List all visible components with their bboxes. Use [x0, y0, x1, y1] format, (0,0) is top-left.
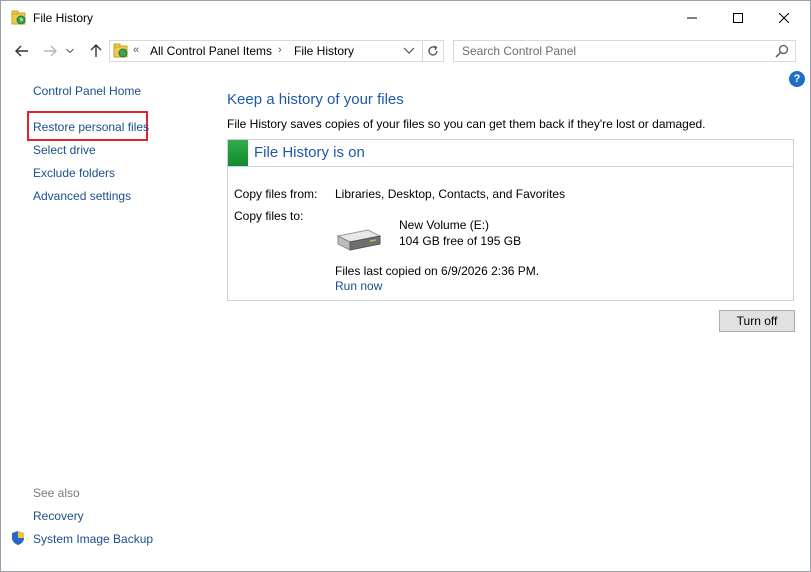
copy-from-label: Copy files from:	[234, 187, 318, 201]
maximize-button[interactable]	[715, 1, 761, 35]
status-title: File History is on	[254, 144, 365, 161]
breadcrumb-all-control-panel-items[interactable]: All Control Panel Items	[150, 44, 272, 58]
page-description: File History saves copies of your files …	[227, 117, 706, 131]
page-title: Keep a history of your files	[227, 91, 404, 108]
status-header: File History is on	[228, 140, 793, 167]
window-title: File History	[33, 11, 94, 25]
restore-personal-files-link[interactable]: Restore personal files	[33, 120, 149, 134]
maximize-icon	[733, 13, 743, 23]
breadcrumb-separator[interactable]: ›	[278, 44, 282, 56]
shield-icon	[12, 531, 24, 545]
chevron-down-icon[interactable]	[402, 45, 416, 57]
up-button[interactable]	[87, 42, 105, 60]
drive-name: New Volume (E:)	[399, 218, 490, 232]
turn-off-button[interactable]: Turn off	[719, 310, 795, 332]
status-panel: File History is on Copy files from: Libr…	[227, 139, 794, 301]
title-bar: File History	[1, 1, 810, 35]
recovery-link[interactable]: Recovery	[33, 509, 84, 523]
address-bar[interactable]: « All Control Panel Items › File History	[109, 40, 444, 62]
up-arrow-icon	[90, 44, 102, 57]
last-copied-text: Files last copied on 6/9/2026 2:36 PM.	[335, 264, 540, 278]
forward-arrow-icon	[44, 45, 57, 57]
minimize-icon	[687, 17, 697, 19]
system-image-backup-link[interactable]: System Image Backup	[33, 532, 153, 546]
copy-from-value: Libraries, Desktop, Contacts, and Favori…	[335, 187, 566, 201]
breadcrumb-file-history[interactable]: File History	[294, 44, 354, 58]
control-panel-home-link[interactable]: Control Panel Home	[33, 84, 141, 98]
run-now-link[interactable]: Run now	[335, 279, 382, 293]
file-history-icon	[113, 43, 128, 58]
search-icon[interactable]	[775, 44, 789, 58]
drive-free-space: 104 GB free of 195 GB	[399, 234, 522, 248]
search-input[interactable]: Search Control Panel	[462, 44, 576, 58]
drive-icon	[336, 229, 382, 251]
refresh-button[interactable]	[422, 41, 443, 61]
status-indicator	[228, 140, 248, 166]
navigation-bar: « All Control Panel Items › File History…	[1, 35, 810, 67]
file-history-icon	[11, 10, 26, 25]
close-icon	[779, 13, 789, 23]
address-overflow[interactable]: «	[133, 44, 139, 56]
close-button[interactable]	[761, 1, 807, 35]
refresh-icon	[428, 45, 438, 56]
minimize-button[interactable]	[669, 1, 715, 35]
dropdown-icon	[66, 48, 74, 54]
see-also-heading: See also	[33, 486, 80, 500]
select-drive-link[interactable]: Select drive	[33, 143, 96, 157]
help-icon[interactable]: ?	[789, 71, 805, 87]
forward-button[interactable]	[41, 42, 59, 60]
search-box[interactable]: Search Control Panel	[453, 40, 796, 62]
file-history-window: File History « All Control Panel Items ›…	[0, 0, 811, 572]
exclude-folders-link[interactable]: Exclude folders	[33, 166, 115, 180]
advanced-settings-link[interactable]: Advanced settings	[33, 189, 131, 203]
back-button[interactable]	[13, 42, 31, 60]
back-arrow-icon	[15, 45, 28, 57]
copy-to-label: Copy files to:	[234, 209, 304, 223]
recent-locations-button[interactable]	[63, 42, 77, 60]
